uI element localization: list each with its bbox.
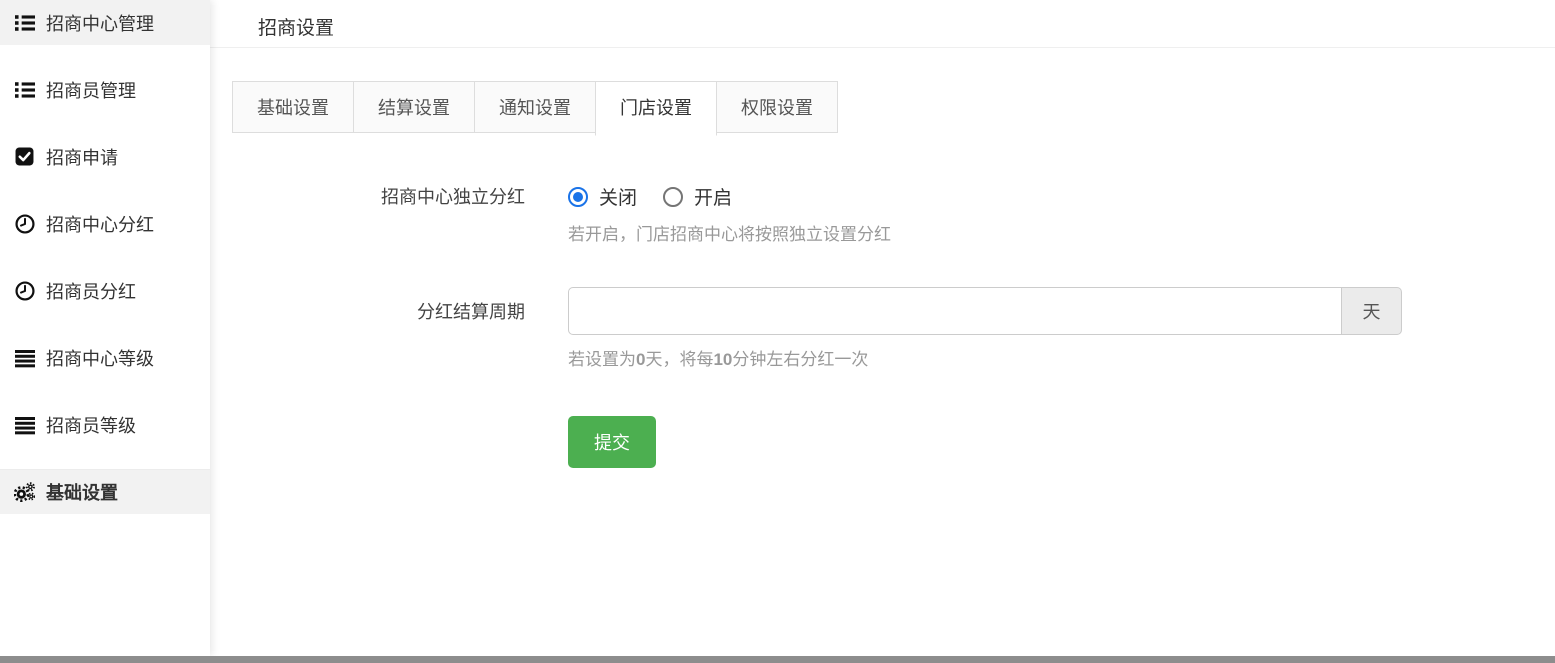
radio-open[interactable]: [663, 187, 683, 207]
independent-dividend-radio-group: 关闭 开启: [568, 183, 891, 210]
settlement-cycle-help: 若设置为0天，将每10分钟左右分红一次: [568, 345, 1402, 370]
sidebar-item-merchant-center-level[interactable]: 招商中心等级: [0, 335, 210, 380]
sidebar-item-label: 招商员分红: [46, 278, 136, 304]
submit-button[interactable]: 提交: [568, 416, 656, 468]
sidebar-item-merchant-center-dividend[interactable]: 招商中心分红: [0, 201, 210, 246]
field-label: 招商中心独立分红: [210, 183, 525, 245]
clock-icon: [14, 280, 35, 301]
store-settings-form: 招商中心独立分红 关闭 开启 若开启，门店招商中心将按照独立设置分红 分红结算周…: [210, 183, 1555, 468]
tab-bar: 基础设置 结算设置 通知设置 门店设置 权限设置: [232, 81, 1555, 136]
sidebar-item-merchant-agent-dividend[interactable]: 招商员分红: [0, 268, 210, 313]
unit-addon: 天: [1342, 287, 1402, 335]
page-title: 招商设置: [258, 18, 334, 39]
list-icon: [14, 12, 35, 33]
sidebar: 招商中心管理 招商员管理 招商申请 招商中心分红: [0, 0, 210, 656]
cogs-icon: [14, 482, 35, 503]
sidebar-item-label: 招商中心等级: [46, 345, 154, 371]
sidebar-item-label: 招商申请: [46, 144, 118, 170]
tab-permission-settings[interactable]: 权限设置: [716, 81, 838, 133]
sidebar-item-label: 招商员管理: [46, 77, 136, 103]
settlement-cycle-input-group: 天: [568, 287, 1402, 335]
page-header: 招商设置: [210, 0, 1555, 48]
align-justify-icon: [14, 347, 35, 368]
tab-store-settings[interactable]: 门店设置: [595, 81, 717, 136]
tab-notification-settings[interactable]: 通知设置: [474, 81, 596, 133]
sidebar-item-label: 招商中心管理: [46, 10, 154, 36]
tab-settlement-settings[interactable]: 结算设置: [353, 81, 475, 133]
list-icon: [14, 79, 35, 100]
radio-open-label[interactable]: 开启: [694, 183, 732, 210]
independent-dividend-help: 若开启，门店招商中心将按照独立设置分红: [568, 220, 891, 245]
sidebar-item-merchant-agent-management[interactable]: 招商员管理: [0, 67, 210, 112]
horizontal-scrollbar-thumb[interactable]: [0, 656, 1555, 663]
main-content: 招商设置 基础设置 结算设置 通知设置 门店设置 权限设置 招商中心独立分红 关…: [210, 0, 1555, 663]
sidebar-item-basic-settings[interactable]: 基础设置: [0, 469, 210, 514]
sidebar-item-label: 招商员等级: [46, 412, 136, 438]
radio-close[interactable]: [568, 187, 588, 207]
settlement-cycle-input[interactable]: [568, 287, 1342, 335]
tab-basic-settings[interactable]: 基础设置: [232, 81, 354, 133]
check-square-icon: [14, 146, 35, 167]
sidebar-item-merchant-agent-level[interactable]: 招商员等级: [0, 402, 210, 447]
field-label: 分红结算周期: [210, 287, 525, 335]
clock-icon: [14, 213, 35, 234]
sidebar-item-label: 基础设置: [46, 479, 118, 505]
sidebar-item-label: 招商中心分红: [46, 211, 154, 237]
form-row-settlement-cycle: 分红结算周期 天 若设置为0天，将每10分钟左右分红一次: [210, 287, 1555, 370]
sidebar-item-merchant-center-management[interactable]: 招商中心管理: [0, 0, 210, 45]
form-row-submit: 提交: [210, 416, 1555, 468]
sidebar-item-merchant-application[interactable]: 招商申请: [0, 134, 210, 179]
radio-close-label[interactable]: 关闭: [599, 183, 637, 210]
form-row-independent-dividend: 招商中心独立分红 关闭 开启 若开启，门店招商中心将按照独立设置分红: [210, 183, 1555, 245]
align-justify-icon: [14, 414, 35, 435]
